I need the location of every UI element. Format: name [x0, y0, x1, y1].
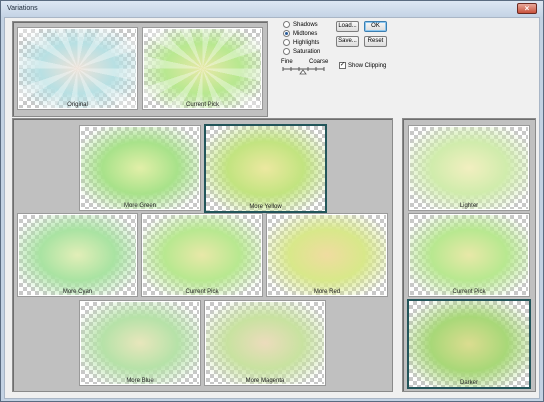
radio-highlights-circle[interactable] [283, 39, 290, 46]
show-clipping-checkbox[interactable]: ✓ [339, 62, 346, 69]
current-pick-image [144, 29, 261, 108]
radio-shadows-label: Shadows [293, 21, 318, 28]
more-red-thumb[interactable]: More Red [266, 213, 388, 297]
close-button[interactable]: × [517, 3, 537, 14]
current-pick-preview: Current Pick [142, 27, 263, 110]
lighter-image [410, 127, 528, 209]
lighter-caption: Lighter [459, 203, 479, 209]
radio-shadows-circle[interactable] [283, 21, 290, 28]
original-image [19, 29, 136, 108]
more-magenta-caption: More Magenta [245, 378, 285, 384]
current-pick-grid-image [143, 215, 261, 295]
more-blue-image [81, 302, 199, 384]
radio-highlights-label: Highlights [293, 39, 320, 46]
more-yellow-thumb[interactable]: More Yellow [204, 124, 327, 213]
more-yellow-image [206, 126, 325, 211]
radio-saturation-label: Saturation [293, 48, 321, 55]
more-green-thumb[interactable]: More Green [79, 125, 201, 211]
darker-image [409, 301, 529, 387]
brightness-current-pick-thumb[interactable]: Current Pick [408, 213, 530, 297]
more-cyan-caption: More Cyan [62, 289, 93, 295]
more-cyan-thumb[interactable]: More Cyan [17, 213, 138, 297]
variations-dialog: Variations × Original Current Pick Shado… [0, 0, 544, 402]
current-pick-caption: Current Pick [185, 102, 219, 108]
more-yellow-caption: More Yellow [249, 204, 282, 210]
original-preview: Original [17, 27, 138, 110]
brightness-panel: Lighter Current Pick Darker [402, 118, 536, 392]
radio-highlights[interactable]: Highlights [283, 38, 319, 47]
original-caption: Original [67, 102, 88, 108]
title-bar[interactable]: Variations × [1, 1, 543, 17]
more-red-image [268, 215, 386, 295]
ok-button[interactable]: OK [364, 21, 387, 32]
radio-saturation-circle[interactable] [283, 48, 290, 55]
dialog-client: Original Current Pick Shadows Midtones H… [4, 17, 540, 399]
radio-midtones[interactable]: Midtones [283, 29, 317, 38]
current-pick-thumb[interactable]: Current Pick [141, 213, 263, 297]
more-magenta-thumb[interactable]: More Magenta [204, 300, 326, 386]
radio-midtones-circle[interactable] [283, 30, 290, 37]
load-button[interactable]: Load... [336, 21, 359, 32]
brightness-current-pick-caption: Current Pick [452, 289, 486, 295]
more-green-image [81, 127, 199, 209]
more-magenta-image [206, 302, 324, 384]
lighter-thumb[interactable]: Lighter [408, 125, 530, 211]
darker-caption: Darker [459, 380, 478, 386]
hue-variations-panel: More Green More Yellow More Cyan Current… [12, 118, 393, 392]
radio-midtones-label: Midtones [293, 30, 318, 37]
more-blue-thumb[interactable]: More Blue [79, 300, 201, 386]
more-blue-caption: More Blue [126, 378, 154, 384]
more-cyan-image [19, 215, 136, 295]
more-red-caption: More Red [313, 289, 341, 295]
reset-button[interactable]: Reset [364, 36, 387, 47]
current-pick-grid-caption: Current Pick [185, 289, 219, 295]
more-green-caption: More Green [123, 203, 156, 209]
show-clipping-label: Show Clipping [348, 63, 387, 69]
darker-thumb[interactable]: Darker [407, 299, 531, 389]
fine-coarse-slider[interactable] [282, 65, 326, 75]
window-title: Variations [7, 5, 38, 12]
brightness-current-pick-image [410, 215, 528, 295]
radio-saturation[interactable]: Saturation [283, 47, 320, 56]
save-button[interactable]: Save... [336, 36, 359, 47]
radio-shadows[interactable]: Shadows [283, 20, 318, 29]
preview-panel: Original Current Pick [12, 21, 268, 117]
